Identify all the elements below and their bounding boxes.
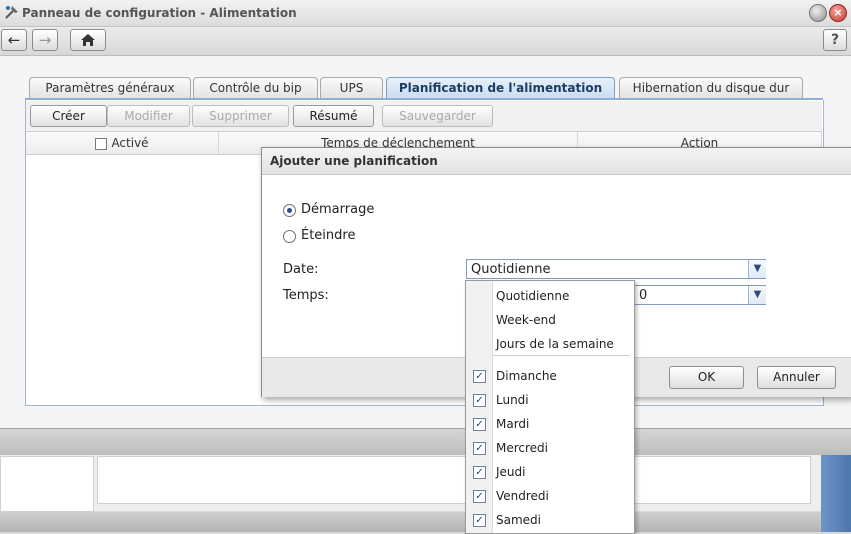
close-button[interactable]: × <box>829 4 847 22</box>
check-icon[interactable]: ✓ <box>473 490 486 503</box>
control-panel-icon <box>5 6 18 19</box>
dialog-title: Ajouter une planification <box>262 148 851 175</box>
window-title-bar: Panneau de configuration - Alimentation … <box>0 0 851 27</box>
tab-general-settings[interactable]: Paramètres généraux <box>29 77 191 98</box>
dropdown-option[interactable]: Week-end <box>466 308 634 332</box>
startup-radio-label[interactable]: Démarrage <box>301 202 374 217</box>
bottom-right-box <box>97 456 811 504</box>
forward-arrow-icon[interactable]: → <box>32 29 58 51</box>
day-option-monday[interactable]: ✓ Lundi <box>466 388 634 412</box>
back-arrow-icon[interactable]: ← <box>1 29 27 51</box>
tab-beep-control[interactable]: Contrôle du bip <box>193 77 318 98</box>
tab-ups[interactable]: UPS <box>320 77 383 98</box>
day-option-sunday[interactable]: ✓ Dimanche <box>466 364 634 388</box>
day-option-wednesday[interactable]: ✓ Mercredi <box>466 436 634 460</box>
check-icon[interactable]: ✓ <box>473 442 486 455</box>
time-label: Temps: <box>283 288 329 303</box>
day-option-tuesday[interactable]: ✓ Mardi <box>466 412 634 436</box>
shutdown-radio[interactable] <box>283 230 296 243</box>
column-enabled-label: Activé <box>111 136 149 150</box>
day-option-thursday[interactable]: ✓ Jeudi <box>466 460 634 484</box>
help-button[interactable]: ? <box>823 29 847 51</box>
home-icon <box>81 34 95 46</box>
create-button[interactable]: Créer <box>30 105 107 127</box>
date-label: Date: <box>283 262 319 277</box>
startup-radio[interactable] <box>283 204 296 217</box>
summary-button[interactable]: Résumé <box>293 105 374 127</box>
minimize-button[interactable] <box>809 4 827 22</box>
save-button[interactable]: Sauvegarder <box>382 105 493 127</box>
delete-button[interactable]: Supprimer <box>192 105 289 127</box>
cancel-button[interactable]: Annuler <box>757 366 836 389</box>
check-icon[interactable]: ✓ <box>473 466 486 479</box>
time-select-value: 0 <box>639 288 648 303</box>
ok-button[interactable]: OK <box>669 366 744 389</box>
date-dropdown-list: Quotidienne Week-end Jours de la semaine… <box>465 280 635 534</box>
bottom-left-box <box>0 456 94 512</box>
shutdown-radio-label[interactable]: Éteindre <box>301 228 355 243</box>
select-all-checkbox[interactable] <box>95 137 108 150</box>
home-button[interactable] <box>70 29 106 51</box>
dropdown-option[interactable]: Quotidienne <box>466 284 634 308</box>
chevron-down-icon[interactable]: ▼ <box>748 260 766 278</box>
date-select-value: Quotidienne <box>471 262 551 277</box>
dropdown-option[interactable]: Jours de la semaine <box>466 332 634 356</box>
modify-button[interactable]: Modifier <box>107 105 190 127</box>
chevron-down-icon[interactable]: ▼ <box>748 286 766 304</box>
tab-disk-hibernation[interactable]: Hibernation du disque dur <box>619 77 803 98</box>
check-icon[interactable]: ✓ <box>473 370 486 383</box>
check-icon[interactable]: ✓ <box>473 514 486 527</box>
footer-bar <box>0 512 821 532</box>
window-title: Panneau de configuration - Alimentation <box>22 6 297 20</box>
side-strip <box>821 455 851 532</box>
column-enabled[interactable]: Activé <box>26 132 219 154</box>
navigation-bar: ← → ? <box>0 27 851 56</box>
day-option-friday[interactable]: ✓ Vendredi <box>466 484 634 508</box>
check-icon[interactable]: ✓ <box>473 418 486 431</box>
status-bar <box>0 428 851 455</box>
day-option-saturday[interactable]: ✓ Samedi <box>466 508 634 532</box>
check-icon[interactable]: ✓ <box>473 394 486 407</box>
date-select[interactable]: Quotidienne ▼ <box>466 259 766 279</box>
tab-power-schedule[interactable]: Planification de l'alimentation <box>386 77 615 99</box>
toolbar: Créer Modifier Supprimer Résumé Sauvegar… <box>26 101 822 132</box>
dropdown-separator <box>492 355 630 356</box>
